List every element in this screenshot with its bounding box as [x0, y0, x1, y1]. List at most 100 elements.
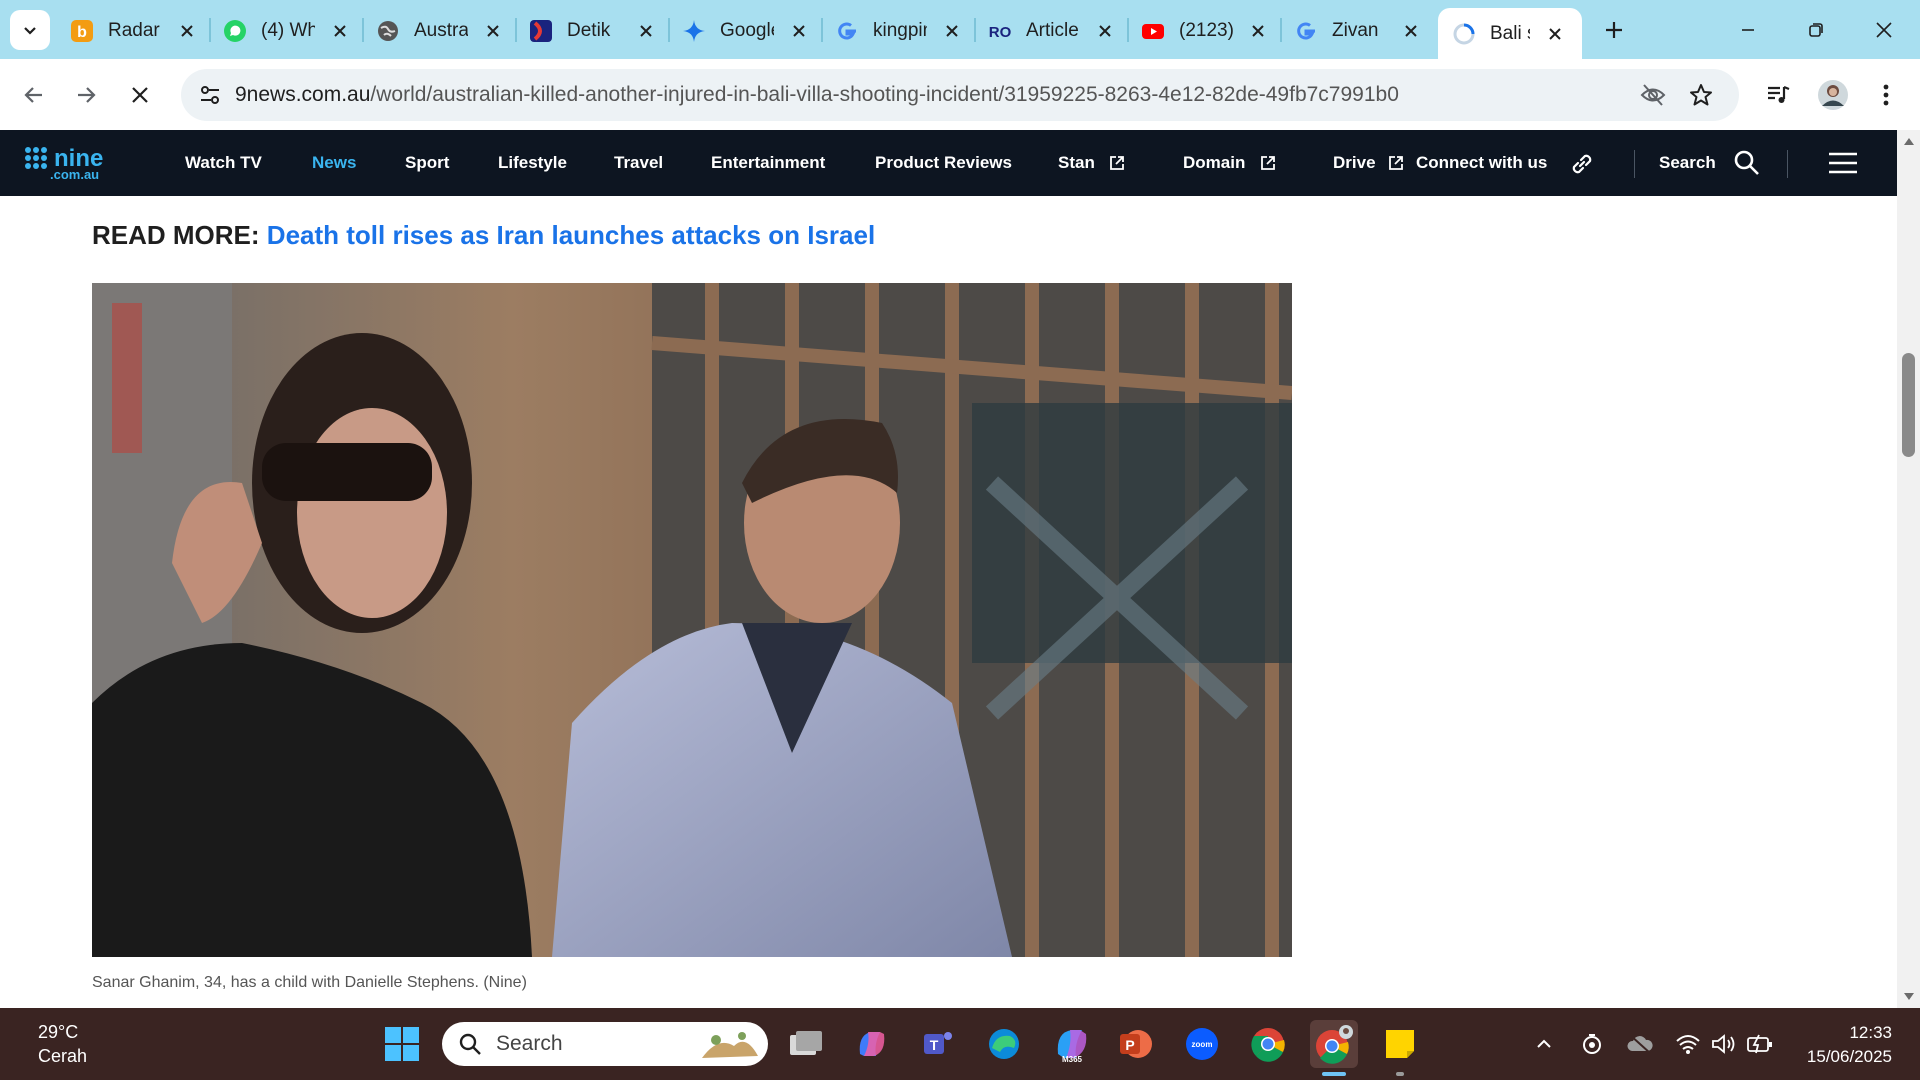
weather-temperature: 29°C	[38, 1022, 79, 1042]
taskbar-clock[interactable]: 12:33 15/06/2025	[1796, 1021, 1892, 1069]
taskbar-m365[interactable]: M365	[1048, 1020, 1096, 1068]
page-scrollbar[interactable]	[1897, 130, 1920, 1008]
weather-widget[interactable]: 29°C Cerah	[38, 1020, 87, 1068]
tab-close-icon[interactable]	[635, 20, 657, 42]
tab-close-icon[interactable]	[1094, 20, 1116, 42]
taskbar-copilot[interactable]	[848, 1020, 896, 1068]
taskbar-sticky-notes[interactable]	[1376, 1020, 1424, 1068]
tab-close-icon[interactable]	[329, 20, 351, 42]
tray-meet-now[interactable]	[1576, 1028, 1608, 1060]
tab-close-icon[interactable]	[1247, 20, 1269, 42]
minimize-button[interactable]	[1724, 8, 1772, 52]
eye-slash-icon[interactable]	[1636, 78, 1670, 112]
read-more-link[interactable]: Death toll rises as Iran launches attack…	[267, 220, 875, 250]
tab-close-icon[interactable]	[788, 20, 810, 42]
tab-close-icon[interactable]	[482, 20, 504, 42]
nav-watch-tv[interactable]: Watch TV	[185, 130, 262, 196]
taskbar-search-box[interactable]: Search	[442, 1022, 768, 1066]
chevron-down-icon	[24, 27, 36, 35]
browser-tab[interactable]: kingpin	[821, 8, 975, 53]
tray-battery[interactable]	[1744, 1028, 1776, 1060]
taskbar-zoom[interactable]: zoom	[1178, 1020, 1226, 1068]
browser-tab[interactable]: (2123)	[1127, 8, 1281, 53]
tab-title: Bali sh	[1490, 22, 1530, 44]
browser-tab[interactable]: (4) WhatsApp	[209, 8, 363, 53]
battery-charging-icon	[1747, 1034, 1772, 1054]
start-button[interactable]	[378, 1020, 426, 1068]
tab-title: (2123)	[1179, 19, 1233, 41]
nav-lifestyle[interactable]: Lifestyle	[498, 130, 567, 196]
svg-text:zoom: zoom	[1192, 1040, 1213, 1049]
nav-stan[interactable]: Stan	[1058, 130, 1095, 196]
tab-search-button[interactable]	[10, 10, 50, 50]
nav-news[interactable]: News	[312, 130, 356, 196]
nav-drive[interactable]: Drive	[1333, 130, 1376, 196]
tab-close-icon[interactable]	[1400, 20, 1422, 42]
close-window-button[interactable]	[1860, 8, 1908, 52]
browser-tab[interactable]: b Radar	[56, 8, 210, 53]
browser-tab[interactable]: RO Article	[974, 8, 1128, 53]
arrow-left-icon	[24, 87, 42, 103]
nav-connect-with-us[interactable]: Connect with us	[1416, 130, 1547, 196]
restore-button[interactable]	[1792, 8, 1840, 52]
globe-favicon-icon	[376, 19, 400, 43]
running-indicator	[1322, 1072, 1346, 1076]
tab-close-icon[interactable]	[1544, 23, 1566, 45]
new-tab-button[interactable]	[1596, 12, 1632, 48]
nav-sport[interactable]: Sport	[405, 130, 449, 196]
playlist-music-icon	[1768, 85, 1790, 103]
nav-entertainment[interactable]: Entertainment	[711, 130, 825, 196]
taskbar-chrome-active[interactable]	[1310, 1020, 1358, 1068]
tab-title: Detik	[567, 19, 611, 41]
tab-title: Radar	[108, 19, 160, 41]
weather-description: Cerah	[38, 1046, 88, 1066]
browser-tab[interactable]: Zivan	[1280, 8, 1434, 53]
browser-tab[interactable]: Australian	[362, 8, 516, 53]
task-view-icon	[790, 1031, 822, 1055]
tab-close-icon[interactable]	[941, 20, 963, 42]
taskbar-teams[interactable]: T	[914, 1020, 962, 1068]
site-info-tune-icon[interactable]	[193, 78, 227, 112]
taskbar-edge[interactable]	[980, 1020, 1028, 1068]
link-chain-icon[interactable]	[1568, 150, 1596, 178]
nav-search-label[interactable]: Search	[1659, 130, 1716, 196]
show-hidden-icons-button[interactable]	[1528, 1028, 1560, 1060]
url-text[interactable]: 9news.com.au/world/australian-killed-ano…	[235, 69, 1399, 121]
forward-button[interactable]	[64, 73, 108, 117]
task-view-button[interactable]	[782, 1020, 830, 1068]
more-vertical-icon	[1883, 84, 1889, 106]
camera-ring-icon	[1583, 1034, 1601, 1054]
scrollbar-thumb[interactable]	[1902, 353, 1915, 457]
browser-tab[interactable]: Google Gemini	[668, 8, 822, 53]
taskbar-powerpoint[interactable]: P	[1112, 1020, 1160, 1068]
nav-domain[interactable]: Domain	[1183, 130, 1245, 196]
bookmark-star-icon[interactable]	[1684, 78, 1718, 112]
address-bar[interactable]: 9news.com.au/world/australian-killed-ano…	[181, 69, 1739, 121]
tray-volume[interactable]	[1708, 1028, 1740, 1060]
search-icon[interactable]	[1733, 149, 1761, 177]
nav-divider	[1787, 150, 1788, 178]
browser-tab-active[interactable]: Bali sh	[1438, 8, 1582, 59]
browser-menu-button[interactable]	[1864, 73, 1908, 117]
search-highlight-illustration-icon	[702, 1032, 758, 1058]
nine-logo[interactable]: nine .com.au	[24, 144, 124, 182]
scroll-up-arrow-icon[interactable]	[1903, 136, 1915, 146]
stop-loading-button[interactable]	[118, 73, 162, 117]
tab-close-icon[interactable]	[176, 20, 198, 42]
profile-avatar-button[interactable]	[1811, 73, 1855, 117]
wifi-icon	[1676, 1035, 1700, 1054]
tray-wifi[interactable]	[1672, 1028, 1704, 1060]
browser-tab[interactable]: Detik	[515, 8, 669, 53]
hamburger-menu-icon[interactable]	[1828, 150, 1858, 176]
chevron-up-icon	[1537, 1039, 1551, 1048]
running-indicator	[1396, 1072, 1404, 1076]
scroll-down-arrow-icon[interactable]	[1903, 992, 1915, 1002]
taskbar-chrome[interactable]	[1244, 1020, 1292, 1068]
back-button[interactable]	[12, 73, 56, 117]
media-control-button[interactable]	[1756, 73, 1800, 117]
article-photo	[92, 283, 1292, 957]
nav-product-reviews[interactable]: Product Reviews	[875, 130, 1012, 196]
nav-travel[interactable]: Travel	[614, 130, 663, 196]
tray-onedrive[interactable]	[1624, 1028, 1656, 1060]
clock-date: 15/06/2025	[1806, 1047, 1892, 1066]
